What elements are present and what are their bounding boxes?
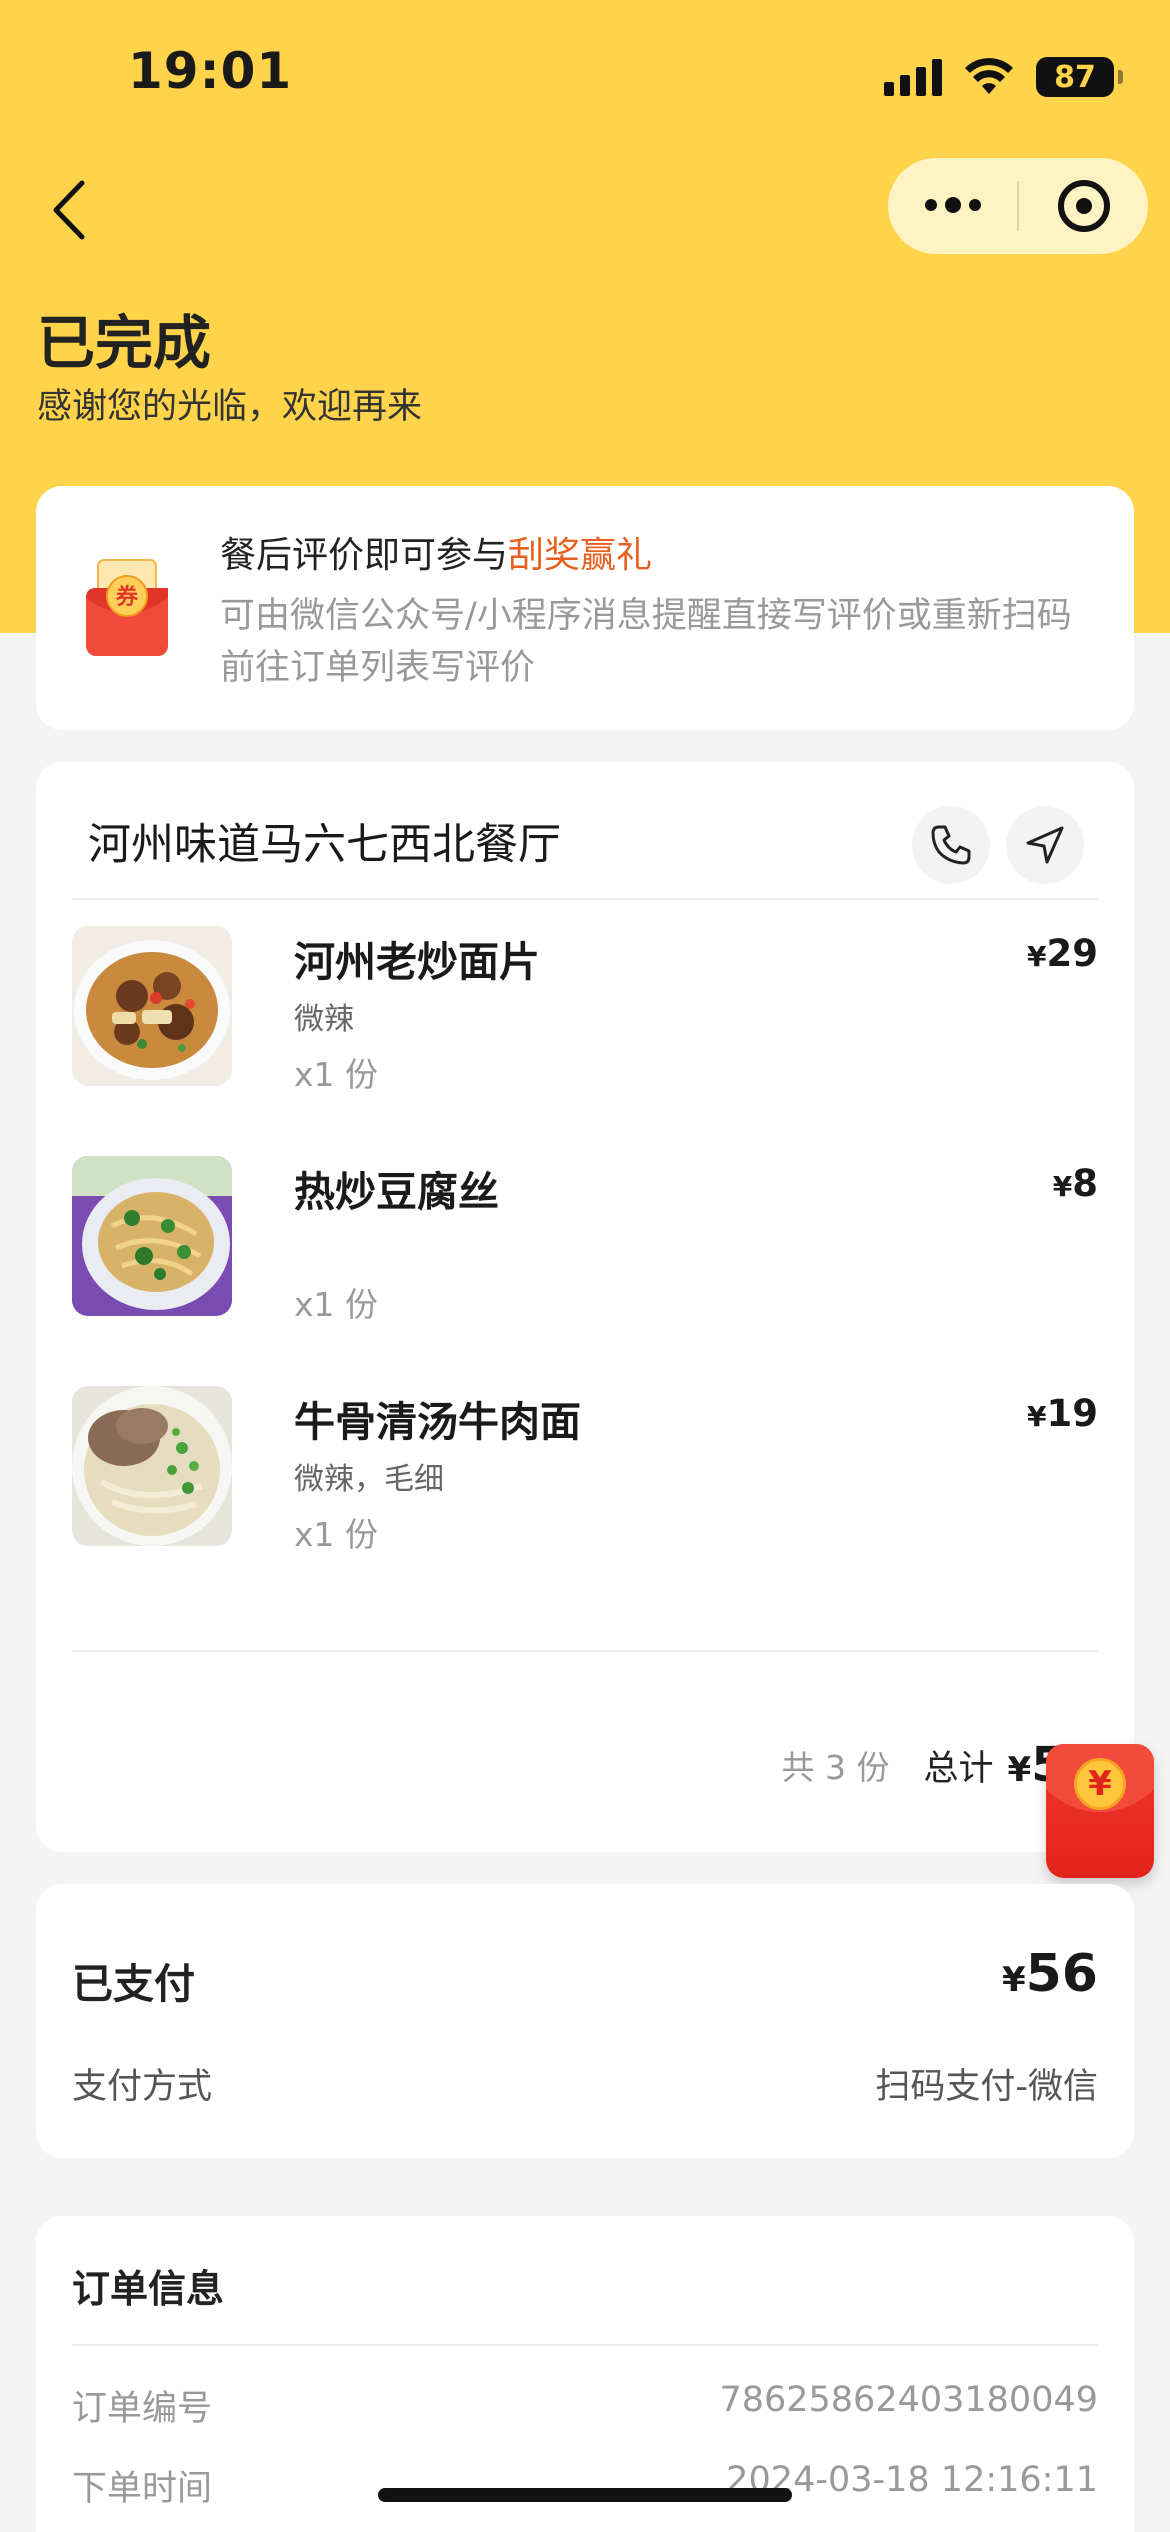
order-item[interactable]: 热炒豆腐丝 x1 份 ¥8 — [72, 1156, 1098, 1324]
screen: 19:01 87 已完成 感谢您的光临，欢迎再来 券 餐后评价即可参与刮奖赢礼 … — [0, 0, 1170, 2532]
promo-title-highlight: 刮奖赢礼 — [508, 535, 653, 576]
shop-name[interactable]: 河州味道马六七西北餐厅 — [88, 810, 561, 872]
item-spec: 微辣 — [294, 1002, 354, 1037]
coupon-envelope-icon: 券 — [86, 559, 168, 656]
promo-description: 可由微信公众号/小程序消息提醒直接写评价或重新扫码前往订单列表写评价 — [220, 596, 1072, 688]
item-spec: 微辣，毛细 — [294, 1462, 444, 1497]
item-price: ¥19 — [1027, 1392, 1098, 1435]
item-name: 热炒豆腐丝 — [294, 1168, 499, 1216]
payment-card: 已支付 ¥56 支付方式 扫码支付-微信 — [36, 1884, 1134, 2158]
home-indicator[interactable] — [378, 2488, 792, 2502]
dish-image — [72, 1156, 232, 1316]
item-price: ¥29 — [1027, 932, 1098, 975]
order-item[interactable]: 河州老炒面片 微辣 x1 份 ¥29 — [72, 926, 1098, 1094]
dish-image — [72, 1386, 232, 1546]
shop-divider — [72, 898, 1098, 900]
status-icons: 87 — [884, 52, 1123, 102]
wifi-icon — [965, 58, 1013, 94]
cellular-signal-icon — [884, 58, 942, 96]
promo-title: 餐后评价即可参与刮奖赢礼 — [220, 526, 652, 578]
page-subtitle: 感谢您的光临，欢迎再来 — [37, 387, 423, 427]
item-quantity: x1 份 — [294, 1055, 379, 1094]
close-target-icon — [1057, 180, 1110, 232]
promo-title-prefix: 餐后评价即可参与 — [220, 535, 509, 576]
navigation-icon — [1026, 826, 1064, 864]
order-item[interactable]: 牛骨清汤牛肉面 微辣，毛细 x1 份 ¥19 — [72, 1386, 1098, 1554]
back-arrow-icon — [53, 180, 85, 240]
more-button[interactable] — [888, 158, 1017, 254]
payment-amount: ¥56 — [1001, 1944, 1098, 2004]
phone-icon — [931, 825, 971, 865]
payment-method-label: 支付方式 — [72, 2067, 213, 2107]
review-promo-card[interactable]: 券 餐后评价即可参与刮奖赢礼 可由微信公众号/小程序消息提醒直接写评价或重新扫码… — [36, 486, 1134, 730]
order-number-value[interactable]: 78625862403180049 — [719, 2380, 1098, 2420]
coupon-label: 券 — [115, 584, 139, 610]
item-quantity: x1 份 — [294, 1285, 379, 1324]
dish-image — [72, 926, 232, 1086]
order-info-title: 订单信息 — [72, 2267, 225, 2311]
item-quantity: x1 份 — [294, 1515, 379, 1554]
item-price: ¥8 — [1052, 1162, 1098, 1205]
total-label: 总计 — [923, 1748, 994, 1789]
close-miniprogram-button[interactable] — [1019, 158, 1148, 254]
items-divider — [72, 1650, 1098, 1652]
page-title: 已完成 — [37, 309, 212, 377]
order-info-divider — [72, 2344, 1098, 2346]
floating-red-envelope[interactable]: ¥ — [1046, 1744, 1154, 1878]
payment-method-value: 扫码支付-微信 — [875, 2067, 1098, 2107]
order-time-label: 下单时间 — [72, 2469, 213, 2509]
miniprogram-capsule — [888, 158, 1148, 254]
item-name: 河州老炒面片 — [294, 938, 540, 986]
more-dots-icon — [924, 197, 981, 213]
order-info-card: 订单信息 订单编号 78625862403180049 下单时间 2024-03… — [36, 2216, 1134, 2532]
red-envelope-icon: ¥ — [1074, 1758, 1126, 1810]
back-button[interactable] — [40, 170, 100, 250]
status-time: 19:01 — [128, 42, 293, 100]
item-name: 牛骨清汤牛肉面 — [294, 1398, 581, 1446]
battery-icon: 87 — [1036, 57, 1123, 97]
payment-status: 已支付 — [72, 1960, 195, 2008]
call-shop-button[interactable] — [912, 806, 990, 884]
navigate-button[interactable] — [1006, 806, 1084, 884]
order-card: 河州味道马六七西北餐厅 河州老炒面片 微辣 x1 份 ¥29 热炒豆腐丝 x1 … — [36, 762, 1134, 1852]
item-count: 共 3 份 — [781, 1748, 890, 1787]
order-number-label: 订单编号 — [72, 2389, 213, 2429]
